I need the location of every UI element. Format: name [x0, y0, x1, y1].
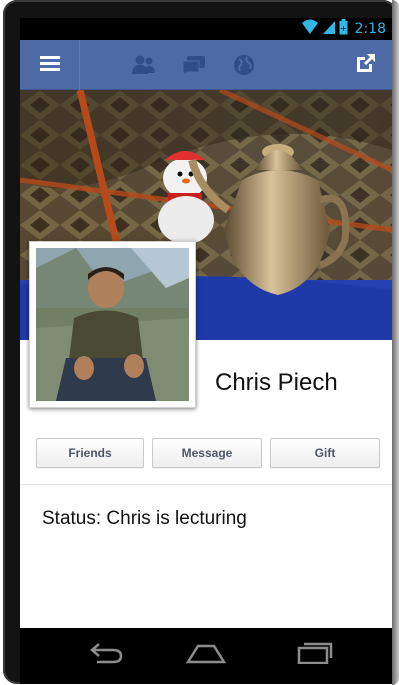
share-button[interactable] — [340, 40, 392, 90]
divider — [20, 484, 392, 485]
jewel-icons — [130, 40, 258, 90]
battery-icon: + — [339, 18, 348, 40]
share-icon — [355, 52, 377, 79]
profile-actions: Friends Message Gift — [36, 438, 380, 470]
status-icons: + 2:18 — [301, 18, 386, 40]
profile-name: Chris Piech — [215, 369, 338, 396]
wifi-icon — [301, 19, 319, 40]
svg-text:+: + — [340, 24, 347, 33]
message-button[interactable]: Message — [152, 438, 262, 468]
status-bar: + 2:18 — [20, 18, 392, 40]
messages-icon[interactable] — [180, 51, 208, 79]
status-update: Status: Chris is lecturing — [42, 508, 247, 529]
back-icon — [89, 642, 125, 669]
profile-photo-image — [36, 248, 189, 401]
home-icon — [185, 642, 227, 669]
app-bar — [20, 40, 392, 90]
friend-requests-icon[interactable] — [130, 51, 158, 79]
gift-button[interactable]: Gift — [270, 438, 380, 468]
back-button[interactable] — [87, 640, 127, 670]
status-time: 2:18 — [354, 21, 386, 37]
recent-apps-icon — [297, 642, 333, 669]
signal-icon — [322, 19, 336, 40]
friends-button[interactable]: Friends — [36, 438, 144, 468]
notifications-globe-icon[interactable] — [230, 51, 258, 79]
menu-button[interactable] — [20, 40, 80, 90]
menu-icon — [39, 55, 60, 76]
android-nav-bar — [20, 628, 392, 684]
recent-apps-button[interactable] — [295, 640, 335, 670]
home-button[interactable] — [185, 640, 227, 670]
phone-bezel-edge — [392, 0, 399, 685]
profile-photo[interactable] — [29, 241, 196, 408]
